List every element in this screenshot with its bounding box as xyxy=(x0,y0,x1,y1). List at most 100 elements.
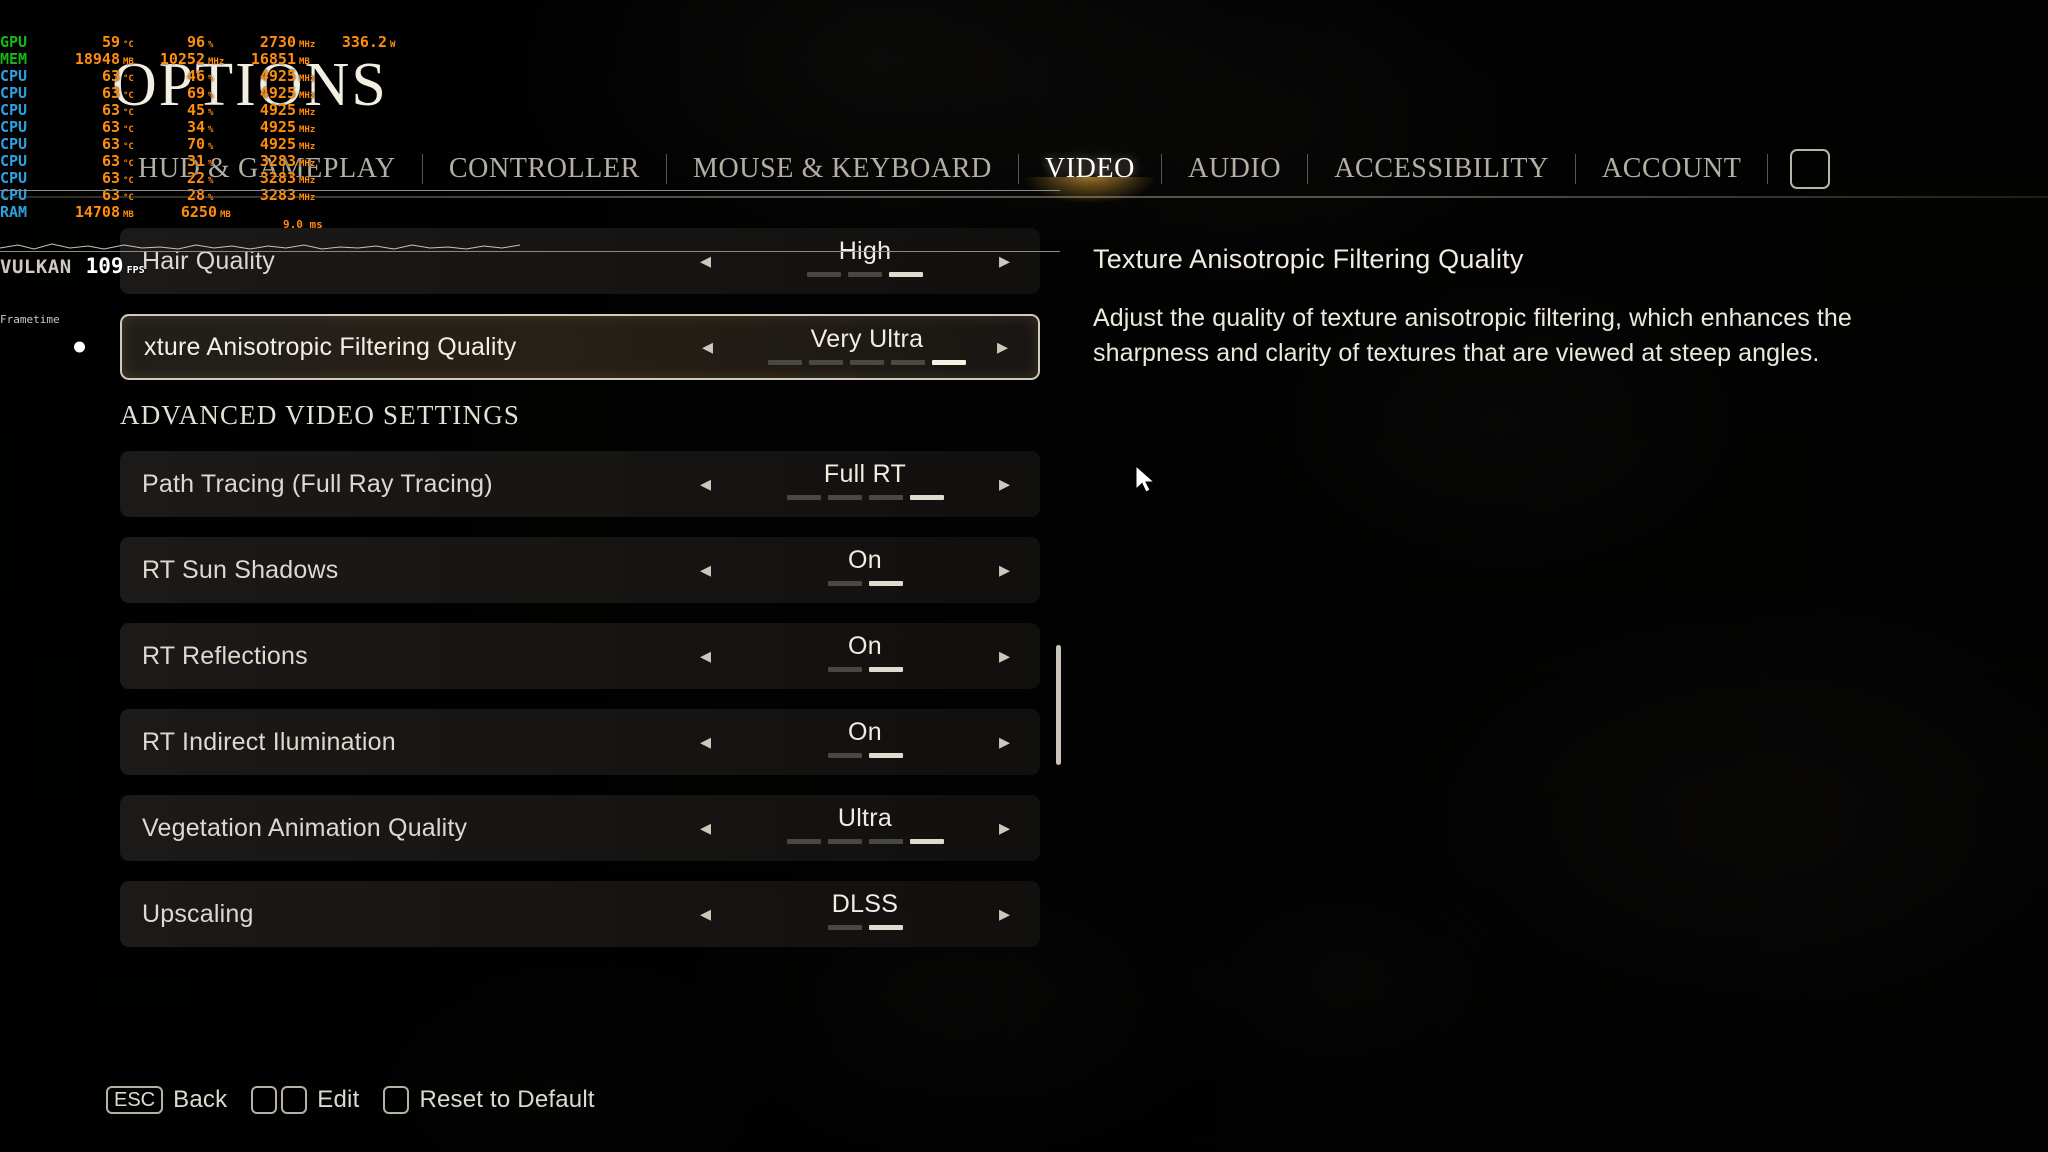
keycap-esc: ESC xyxy=(106,1086,164,1114)
keycap-blank-icon xyxy=(281,1086,308,1114)
decrement-arrow-icon[interactable]: ◂ xyxy=(700,559,711,581)
overlay-row: CPU 63 °C 69% 4925 MHz xyxy=(0,85,416,102)
decrement-arrow-icon[interactable]: ◂ xyxy=(700,817,711,839)
increment-arrow-icon[interactable]: ▸ xyxy=(999,559,1010,581)
overlay-stat-value: 31 xyxy=(186,152,205,170)
advanced-video-settings-rows: Path Tracing (Full Ray Tracing) ◂ Full RT ▸… xyxy=(120,451,1040,947)
overlay-row-label: CPU xyxy=(0,152,28,170)
overlay-stat-unit: % xyxy=(208,91,214,101)
decrement-arrow-icon[interactable]: ◂ xyxy=(702,336,713,358)
overlay-stat-value: 63 xyxy=(101,169,120,187)
setting-value-area: DLSS xyxy=(740,889,990,930)
overlay-stat-value: 70 xyxy=(186,135,205,153)
overlay-stat-value: 63 xyxy=(101,135,120,153)
graph-bottom-rule xyxy=(0,251,1060,252)
overlay-row: CPU 63 °C 22% 3283 MHz xyxy=(0,170,416,187)
overlay-stat-unit: °C xyxy=(123,108,134,118)
overlay-row: MEM 18948 MB 10252 MHz 16851 MB xyxy=(0,51,416,68)
overlay-fps-unit: FPS xyxy=(126,265,145,276)
decrement-arrow-icon[interactable]: ◂ xyxy=(700,903,711,925)
increment-arrow-icon[interactable]: ▸ xyxy=(999,645,1010,667)
decrement-arrow-icon[interactable]: ◂ xyxy=(700,473,711,495)
overlay-stat-unit: % xyxy=(208,74,214,84)
description-body: Adjust the quality of texture anisotropi… xyxy=(1093,304,1852,367)
overlay-row: CPU 63 °C 70% 4925 MHz xyxy=(0,136,416,153)
overlay-api-name: VULKAN xyxy=(0,256,72,278)
setting-row-vegetation-animation-quality[interactable]: Vegetation Animation Quality ◂ Ultra ▸ xyxy=(120,795,1040,861)
level-segment xyxy=(868,925,903,930)
level-segment xyxy=(827,581,862,586)
increment-arrow-icon[interactable]: ▸ xyxy=(999,731,1010,753)
tab-audio[interactable]: AUDIO xyxy=(1162,153,1307,185)
setting-value: On xyxy=(848,632,882,660)
level-segment xyxy=(807,272,841,277)
overlay-stat-unit: °C xyxy=(123,125,134,135)
decrement-arrow-icon[interactable]: ◂ xyxy=(700,250,711,272)
setting-level-indicator xyxy=(740,272,990,277)
hint-edit[interactable]: Edit xyxy=(251,1086,365,1114)
tab-separator xyxy=(1767,154,1769,184)
overlay-stat-value: 4925 xyxy=(259,67,296,85)
setting-row-rt-sun-shadows[interactable]: RT Sun Shadows ◂ On ▸ xyxy=(120,537,1040,603)
increment-arrow-icon[interactable]: ▸ xyxy=(997,336,1008,358)
tab-controller[interactable]: CONTROLLER xyxy=(423,153,666,185)
overlay-row-label: CPU xyxy=(0,135,28,153)
overlay-frametime-label: Frametime xyxy=(0,313,60,326)
hint-reset-to-default[interactable]: Reset to Default xyxy=(383,1086,600,1114)
overlay-stat-unit: % xyxy=(208,176,214,186)
overlay-stat-value: 96 xyxy=(186,33,205,51)
setting-level-indicator xyxy=(740,495,990,500)
overlay-stat-unit: °C xyxy=(123,159,134,169)
decrement-arrow-icon[interactable]: ◂ xyxy=(700,645,711,667)
overlay-stat-value: 63 xyxy=(101,152,120,170)
overlay-stat-unit: % xyxy=(208,142,214,152)
description-title: Texture Anisotropic Filtering Quality xyxy=(1093,244,1524,274)
overlay-stat-unit: W xyxy=(390,40,396,50)
overlay-stat-value: 4925 xyxy=(259,135,296,153)
overlay-stat-value: 3283 xyxy=(259,152,296,170)
overlay-row-label: CPU xyxy=(0,101,28,119)
setting-level-indicator xyxy=(740,753,990,758)
setting-value-area: On xyxy=(740,717,990,758)
tab-accessibility[interactable]: ACCESSIBILITY xyxy=(1308,153,1575,185)
setting-value: On xyxy=(848,718,882,746)
tab-account[interactable]: ACCOUNT xyxy=(1576,153,1768,185)
level-segment xyxy=(768,360,802,365)
level-segment xyxy=(909,495,944,500)
increment-arrow-icon[interactable]: ▸ xyxy=(999,817,1010,839)
setting-value-area: On xyxy=(740,545,990,586)
overlay-stat-value: 336.2 xyxy=(341,33,387,51)
level-segment xyxy=(786,839,821,844)
hint-back[interactable]: ESC Back xyxy=(106,1086,233,1114)
tab-cycle-keybox-icon[interactable] xyxy=(1790,149,1831,189)
setting-level-indicator xyxy=(740,839,990,844)
overlay-stat-value: 4925 xyxy=(259,118,296,136)
overlay-stat-unit: MHz xyxy=(299,74,316,84)
overlay-frametime-value: 9.0 ms xyxy=(283,218,323,231)
overlay-stat-value: 69 xyxy=(186,84,205,102)
decrement-arrow-icon[interactable]: ◂ xyxy=(700,731,711,753)
increment-arrow-icon[interactable]: ▸ xyxy=(999,473,1010,495)
overlay-stat-unit: MB xyxy=(299,57,310,67)
setting-level-indicator xyxy=(740,581,990,586)
overlay-stat-unit: °C xyxy=(123,74,134,84)
increment-arrow-icon[interactable]: ▸ xyxy=(999,903,1010,925)
setting-row-upscaling[interactable]: Upscaling ◂ DLSS ▸ xyxy=(120,881,1040,947)
setting-row-rt-reflections[interactable]: RT Reflections ◂ On ▸ xyxy=(120,623,1040,689)
tab-mouse-keyboard[interactable]: MOUSE & KEYBOARD xyxy=(667,153,1018,185)
setting-label: Vegetation Animation Quality xyxy=(142,813,468,842)
settings-scrollbar-thumb[interactable] xyxy=(1056,645,1061,765)
overlay-stat-unit: MHz xyxy=(299,108,316,118)
overlay-stat-unit: % xyxy=(208,159,214,169)
overlay-stat-value: 16851 xyxy=(250,50,296,68)
overlay-stat-value: 2730 xyxy=(259,33,296,51)
overlay-stat-unit: MHz xyxy=(299,125,316,135)
increment-arrow-icon[interactable]: ▸ xyxy=(999,250,1010,272)
level-segment xyxy=(889,272,923,277)
setting-row-rt-indirect-ilumination[interactable]: RT Indirect Ilumination ◂ On ▸ xyxy=(120,709,1040,775)
hint-label: Back xyxy=(173,1086,228,1113)
tab-video[interactable]: VIDEO xyxy=(1019,153,1161,203)
overlay-row-label: CPU xyxy=(0,84,28,102)
setting-row-path-tracing-full-ray-tracing[interactable]: Path Tracing (Full Ray Tracing) ◂ Full RT ▸ xyxy=(120,451,1040,517)
setting-value-area: Very Ultra xyxy=(742,324,992,365)
